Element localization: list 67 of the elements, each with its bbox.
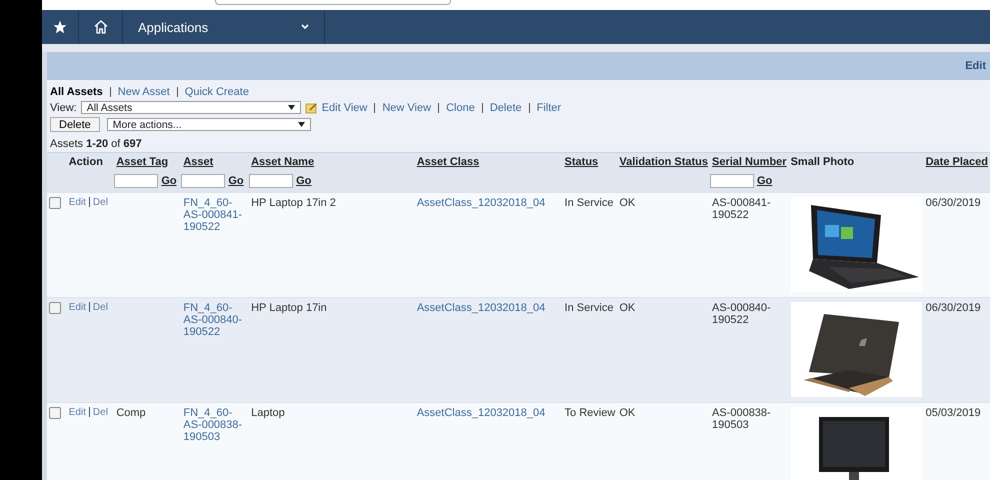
home-icon[interactable] [92, 19, 108, 35]
row-action-link[interactable]: Edit [68, 197, 86, 208]
star-icon[interactable] [53, 20, 67, 34]
column-header[interactable]: Asset Name [249, 152, 415, 171]
delete-button[interactable]: Delete [50, 117, 100, 132]
list-tab[interactable]: Quick Create [184, 86, 249, 98]
table-cell-text: OK [619, 407, 636, 419]
table-cell-text: HP Laptop 17in [251, 302, 328, 314]
actions-select[interactable]: More actions... [106, 118, 311, 131]
row-action-link[interactable]: Del [92, 302, 108, 313]
go-link[interactable]: Go [296, 174, 312, 187]
go-link[interactable]: Go [161, 174, 177, 187]
table-cell-text: OK [619, 197, 636, 209]
table-cell: To Review [564, 407, 616, 419]
table-cell-text: OK [619, 302, 636, 314]
record-link[interactable]: AssetClass_12032018_04 [416, 407, 561, 419]
row-action-link[interactable]: Edit [68, 302, 86, 313]
go-link[interactable]: Go [757, 174, 772, 187]
view-action-link[interactable]: Delete [490, 102, 522, 114]
table-cell-text: In Service [564, 302, 614, 314]
view-action-link[interactable]: Clone [446, 102, 475, 114]
list-tab[interactable]: New Asset [118, 86, 170, 98]
table-cell-text: AS-000840-190522 [712, 302, 772, 326]
edit-link[interactable]: Edit [965, 60, 986, 72]
filter-field[interactable] [710, 174, 754, 188]
table-cell-text: HP Laptop 17in 2 [251, 197, 337, 209]
row-action-link[interactable]: Del [92, 407, 108, 418]
table-cell-text: In Service [564, 197, 614, 209]
column-header[interactable]: Date Placed [924, 152, 990, 171]
row-checkbox[interactable] [49, 302, 61, 314]
view-action-link[interactable]: Edit View [322, 102, 368, 114]
column-header[interactable]: Validation Status [617, 152, 710, 171]
table-cell-text: Laptop [251, 407, 286, 419]
row-checkbox[interactable] [49, 407, 61, 419]
go-link[interactable]: Go [228, 174, 244, 187]
column-header[interactable]: Serial Number [710, 152, 789, 171]
record-link[interactable]: AssetClass_12032018_04 [416, 197, 561, 209]
table-cell-text: AS-000841-190522 [712, 197, 772, 221]
chevron-icon [301, 24, 309, 30]
filter-field[interactable] [249, 174, 294, 188]
view-action-link[interactable]: Filter [536, 102, 562, 114]
table-cell: 06/30/2019 [926, 197, 981, 209]
list-tab[interactable]: All Assets [50, 86, 103, 98]
filter-field[interactable] [114, 174, 158, 188]
edit-note-icon[interactable] [304, 102, 318, 114]
column-header[interactable]: Asset Class [414, 152, 563, 171]
view-label: View: [50, 102, 77, 114]
dropdown-caret-icon [298, 122, 305, 127]
row-checkbox[interactable] [49, 197, 61, 209]
column-header[interactable]: Status [562, 152, 618, 171]
table-cell-text: Comp [116, 407, 147, 419]
row-action-link[interactable]: Edit [68, 407, 86, 418]
table-cell: 06/30/2019 [926, 302, 981, 314]
column-header: Action [66, 152, 114, 171]
column-header: Small Photo [788, 152, 924, 171]
search-field[interactable] [215, 0, 451, 5]
record-link[interactable]: AssetClass_12032018_04 [416, 302, 561, 314]
column-header[interactable]: Asset [181, 152, 250, 171]
view-action-link[interactable]: New View [382, 102, 432, 114]
table-cell: 05/03/2019 [926, 407, 981, 419]
row-action-link[interactable]: Del [92, 197, 108, 208]
filter-field[interactable] [181, 174, 226, 188]
view-select[interactable]: All Assets [80, 101, 301, 114]
table-cell-text: AS-000838-190503 [712, 407, 772, 431]
column-header[interactable]: Asset Tag [114, 152, 182, 171]
dropdown-caret-icon [288, 105, 295, 110]
record-count: Assets 1-20 of 697 [49, 137, 143, 152]
